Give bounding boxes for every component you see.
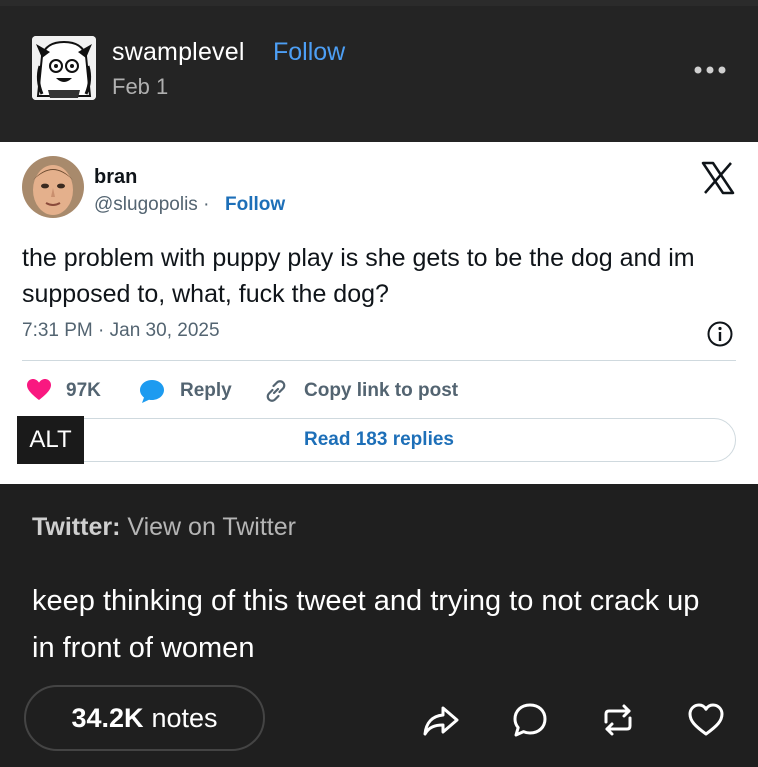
follow-button[interactable]: Follow bbox=[273, 38, 345, 67]
notes-count: 34.2K bbox=[71, 702, 144, 733]
post-body-text: keep thinking of this tweet and trying t… bbox=[32, 585, 700, 664]
notes-label: notes bbox=[151, 702, 218, 733]
avatar[interactable] bbox=[32, 36, 96, 100]
heart-icon[interactable] bbox=[26, 378, 52, 402]
info-icon[interactable] bbox=[706, 320, 734, 348]
reblog-icon[interactable] bbox=[598, 700, 638, 740]
source-prefix: Twitter: bbox=[32, 513, 121, 541]
tweet-author-handle[interactable]: @slugopolis · bbox=[94, 194, 209, 216]
read-replies-button[interactable]: Read 183 replies bbox=[22, 418, 736, 462]
post-username[interactable]: swamplevel bbox=[112, 38, 245, 67]
tweet-divider bbox=[22, 360, 736, 361]
likes-count[interactable]: 97K bbox=[66, 380, 101, 402]
link-icon[interactable] bbox=[262, 377, 290, 405]
reply-icon[interactable] bbox=[138, 377, 166, 405]
notes-button[interactable]: 34.2K notes bbox=[24, 685, 265, 751]
post-header: swamplevel Follow Feb 1 bbox=[0, 6, 758, 142]
more-icon[interactable] bbox=[690, 60, 730, 80]
tweet-timestamp[interactable]: 7:31 PM · Jan 30, 2025 bbox=[22, 320, 220, 342]
tweet-author-avatar[interactable] bbox=[22, 156, 84, 218]
tweet-author-name[interactable]: bran bbox=[94, 166, 137, 189]
post-date: Feb 1 bbox=[112, 74, 169, 99]
like-icon[interactable] bbox=[686, 700, 726, 740]
source-line: Twitter: View on Twitter bbox=[32, 513, 296, 542]
view-on-twitter-link[interactable]: View on Twitter bbox=[127, 513, 296, 541]
tweet-follow-button[interactable]: Follow bbox=[225, 194, 285, 216]
alt-text-badge[interactable]: ALT bbox=[17, 416, 84, 464]
embedded-tweet-card: bran @slugopolis · Follow the problem wi… bbox=[0, 142, 758, 484]
tweet-text: the problem with puppy play is she gets … bbox=[22, 244, 695, 308]
comment-icon[interactable] bbox=[510, 700, 550, 740]
copy-link-button[interactable]: Copy link to post bbox=[304, 380, 458, 402]
reply-button[interactable]: Reply bbox=[180, 380, 232, 402]
x-logo-icon[interactable] bbox=[700, 160, 736, 196]
share-icon[interactable] bbox=[421, 700, 461, 740]
